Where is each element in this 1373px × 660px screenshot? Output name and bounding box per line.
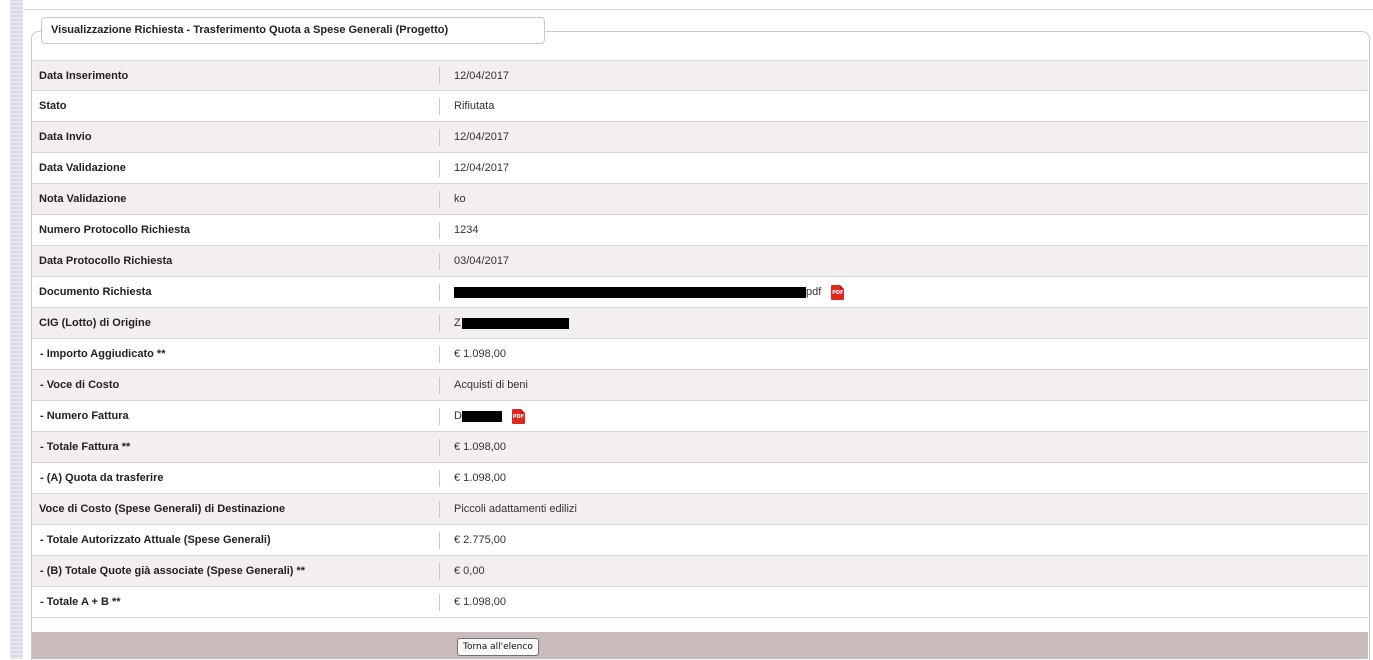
row-value: pdf PDF [440,284,845,300]
footer-bar [32,632,1368,659]
row-value: ko [454,193,466,205]
panel-title: Visualizzazione Richiesta - Trasferiment… [41,17,545,44]
row-label: - Totale A + B ** [40,596,121,608]
row-label: Data Validazione [39,162,126,174]
row-value: 12/04/2017 [454,131,510,143]
row-value: 1234 [454,224,479,236]
row-label: - Totale Fattura ** [40,441,131,453]
row-label: Stato [39,100,67,112]
top-divider [23,9,1373,10]
row-label: Data Invio [39,131,92,143]
row-data-protocollo: Data Protocollo Richiesta 03/04/2017 [32,246,1368,277]
row-label: - Numero Fattura [40,410,129,422]
document-link[interactable]: pdf [454,286,821,298]
redacted-invoice-number [461,410,502,422]
row-label: Nota Validazione [39,193,127,205]
row-value: € 2.775,00 [454,534,506,546]
row-value: 12/04/2017 [454,162,510,174]
row-label: CIG (Lotto) di Origine [39,317,151,329]
row-stato: Stato Rifiutata [32,91,1368,122]
row-voce-destinazione: Voce di Costo (Spese Generali) di Destin… [32,494,1368,525]
row-value: 12/04/2017 [454,69,510,82]
row-label: Voce di Costo (Spese Generali) di Destin… [39,503,286,515]
pdf-file-icon[interactable]: PDF [511,408,525,424]
pdf-file-icon[interactable]: PDF [831,284,845,300]
row-value: € 1.098,00 [454,472,506,484]
row-quota-trasferire: - (A) Quota da trasferire € 1.098,00 [32,463,1368,494]
row-value: € 1.098,00 [454,596,506,608]
back-to-list-button[interactable]: Torna all'elenco [457,638,539,656]
file-extension: pdf [806,286,822,298]
row-label: Numero Protocollo Richiesta [39,224,190,236]
row-value: Acquisti di beni [454,379,528,391]
row-totale-quote-associate: - (B) Totale Quote già associate (Spese … [32,556,1368,587]
row-importo-aggiudicato: - Importo Aggiudicato ** € 1.098,00 [32,339,1368,370]
row-numero-protocollo: Numero Protocollo Richiesta 1234 [32,215,1368,246]
row-label: - Totale Autorizzato Attuale (Spese Gene… [40,534,271,546]
row-nota-validazione: Nota Validazione ko [32,184,1368,215]
row-value: € 1.098,00 [454,441,506,453]
row-label: Data Inserimento [39,69,129,82]
row-totale-fattura: - Totale Fattura ** € 1.098,00 [32,432,1368,463]
row-data-invio: Data Invio 12/04/2017 [32,122,1368,153]
row-value: Rifiutata [454,100,495,112]
row-label: - (A) Quota da trasferire [40,472,164,484]
row-value: Z [440,317,569,329]
row-label: - (B) Totale Quote già associate (Spese … [40,565,306,577]
row-totale-autorizzato: - Totale Autorizzato Attuale (Spese Gene… [32,525,1368,556]
row-label: - Importo Aggiudicato ** [40,348,166,360]
row-label: Data Protocollo Richiesta [39,255,173,267]
row-value: Piccoli adattamenti edilizi [454,503,577,515]
row-label: Documento Richiesta [39,286,152,298]
row-data-inserimento: Data Inserimento 12/04/2017 [32,60,1368,91]
row-voce-costo: - Voce di Costo Acquisti di beni [32,370,1368,401]
row-data-validazione: Data Validazione 12/04/2017 [32,153,1368,184]
row-value: € 1.098,00 [454,348,506,360]
row-value: € 0,00 [454,565,485,577]
left-sidebar-stripe [10,0,23,659]
invoice-prefix: D [454,410,462,422]
detail-table: Data Inserimento 12/04/2017 Stato Rifiut… [32,60,1368,618]
redacted-cig [461,317,569,329]
row-value: 03/04/2017 [454,255,510,267]
cig-prefix: Z [454,317,461,329]
row-label: - Voce di Costo [40,379,120,391]
row-numero-fattura: - Numero Fattura D PDF [32,401,1368,432]
row-documento-richiesta: Documento Richiesta pdf PDF [32,277,1368,308]
row-cig-origine: CIG (Lotto) di Origine Z [32,308,1368,339]
row-totale-a-b: - Totale A + B ** € 1.098,00 [32,587,1368,618]
row-value: D PDF [440,408,525,424]
redacted-filename [454,286,806,298]
